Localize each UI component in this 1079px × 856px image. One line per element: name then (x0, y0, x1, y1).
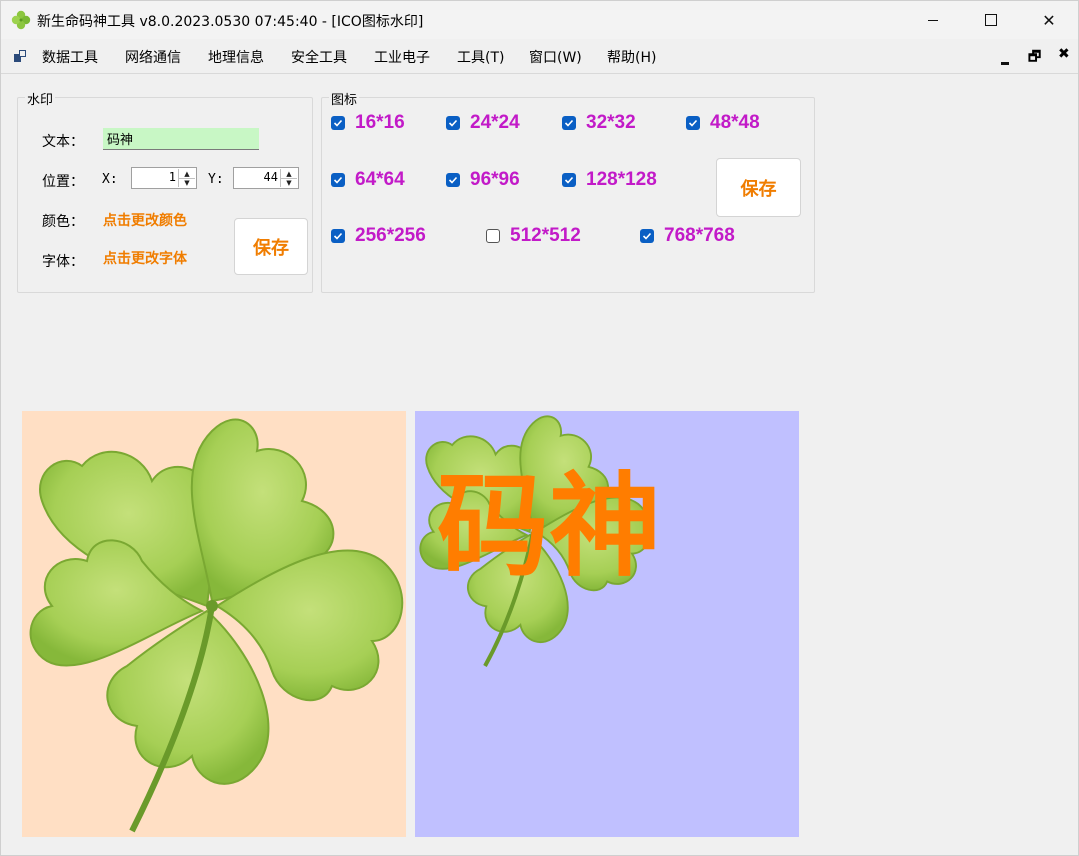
menu-data-tools[interactable]: 数据工具 (42, 47, 98, 67)
menu-industrial[interactable]: 工业电子 (374, 47, 430, 67)
text-label: 文本： (42, 134, 84, 150)
y-position-stepper[interactable]: 44 ▲ ▼ (233, 167, 299, 189)
watermark-text-input[interactable] (103, 128, 259, 150)
y-stepper-buttons: ▲ ▼ (280, 169, 297, 187)
size-checkbox-768[interactable]: 768*768 (640, 225, 735, 247)
checkbox-icon (640, 229, 654, 243)
checkbox-icon (562, 173, 576, 187)
checkbox-icon (562, 116, 576, 130)
checkbox-icon (446, 173, 460, 187)
menu-bar: 数据工具 网络通信 地理信息 安全工具 工业电子 工具(T) 窗口(W) 帮助(… (1, 39, 1078, 74)
watermark-group-title: 水印 (25, 89, 56, 108)
size-label-32: 32*32 (586, 112, 636, 133)
maximize-button[interactable] (962, 1, 1020, 39)
size-checkbox-16[interactable]: 16*16 (331, 112, 405, 134)
size-label-96: 96*96 (470, 169, 520, 190)
size-label-16: 16*16 (355, 112, 405, 133)
mdi-restore-icon[interactable]: 🗗 (1028, 46, 1041, 70)
minimize-button[interactable] (904, 1, 962, 39)
size-label-64: 64*64 (355, 169, 405, 190)
size-label-128: 128*128 (586, 169, 657, 190)
size-checkbox-128[interactable]: 128*128 (562, 169, 657, 191)
size-checkbox-512[interactable]: 512*512 (486, 225, 581, 247)
app-window: 新生命码神工具 v8.0.2023.0530 07:45:40 - [ICO图标… (0, 0, 1079, 856)
mdi-minimize-icon[interactable] (1001, 49, 1009, 65)
size-label-512: 512*512 (510, 225, 581, 246)
watermark-overlay-text: 码神 (437, 462, 661, 592)
menu-window[interactable]: 窗口(W) (529, 47, 582, 67)
checkbox-icon (331, 116, 345, 130)
checkbox-icon (446, 116, 460, 130)
mdi-window-icon[interactable] (14, 50, 26, 62)
menu-help[interactable]: 帮助(H) (607, 47, 656, 67)
mdi-close-icon[interactable]: ✖ (1058, 46, 1070, 62)
size-checkbox-24[interactable]: 24*24 (446, 112, 520, 134)
menu-geo[interactable]: 地理信息 (208, 47, 264, 67)
size-checkbox-256[interactable]: 256*256 (331, 225, 426, 247)
size-label-256: 256*256 (355, 225, 426, 246)
change-font-link[interactable]: 点击更改字体 (103, 248, 187, 268)
watermarked-image-preview: 码神 (415, 411, 799, 837)
size-label-48: 48*48 (710, 112, 760, 133)
checkbox-icon (331, 229, 345, 243)
minimize-icon (928, 19, 938, 21)
clover-image (29, 418, 404, 833)
y-label: Y: (208, 172, 224, 187)
y-decrement-icon[interactable]: ▼ (281, 178, 297, 187)
font-label: 字体： (42, 254, 84, 270)
color-label: 颜色： (42, 214, 84, 230)
y-position-value[interactable]: 44 (264, 170, 278, 184)
size-checkbox-48[interactable]: 48*48 (686, 112, 760, 134)
icon-save-button[interactable]: 保存 (716, 158, 801, 217)
position-label: 位置： (42, 174, 84, 190)
size-label-24: 24*24 (470, 112, 520, 133)
change-color-link[interactable]: 点击更改颜色 (103, 210, 187, 230)
window-title: 新生命码神工具 v8.0.2023.0530 07:45:40 - [ICO图标… (37, 14, 424, 30)
original-image-preview (22, 411, 406, 837)
menu-tools[interactable]: 工具(T) (457, 47, 504, 67)
maximize-icon (985, 14, 997, 26)
checkbox-icon (331, 173, 345, 187)
checkbox-icon (686, 116, 700, 130)
size-checkbox-64[interactable]: 64*64 (331, 169, 405, 191)
x-decrement-icon[interactable]: ▼ (179, 178, 195, 187)
title-bar[interactable]: 新生命码神工具 v8.0.2023.0530 07:45:40 - [ICO图标… (1, 1, 1078, 39)
size-checkbox-96[interactable]: 96*96 (446, 169, 520, 191)
x-label: X: (102, 172, 118, 187)
x-position-stepper[interactable]: 1 ▲ ▼ (131, 167, 197, 189)
x-position-value[interactable]: 1 (169, 170, 176, 184)
menu-network[interactable]: 网络通信 (125, 47, 181, 67)
checkbox-icon (486, 229, 500, 243)
size-checkbox-32[interactable]: 32*32 (562, 112, 636, 134)
icon-group-title: 图标 (329, 89, 360, 108)
menu-security[interactable]: 安全工具 (291, 47, 347, 67)
close-icon: ✕ (1042, 10, 1056, 30)
close-button[interactable]: ✕ (1020, 1, 1078, 39)
watermark-save-button[interactable]: 保存 (234, 218, 308, 275)
clover-app-icon (11, 10, 31, 30)
x-stepper-buttons: ▲ ▼ (178, 169, 195, 187)
size-label-768: 768*768 (664, 225, 735, 246)
